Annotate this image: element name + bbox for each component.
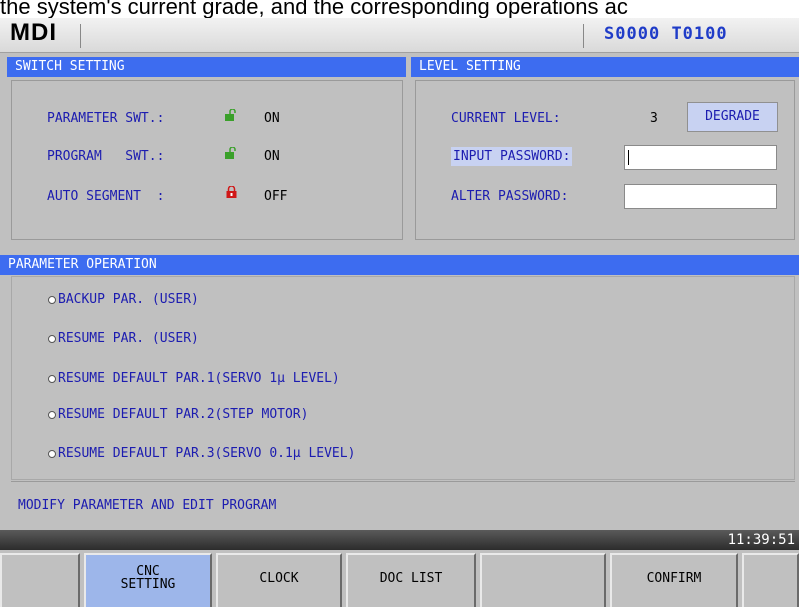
time-bar: 11:39:51 <box>0 530 799 550</box>
softkey-confirm[interactable]: CONFIRM <box>610 553 738 607</box>
caption-text: the system's current grade, and the corr… <box>0 0 799 18</box>
option-resume-default-par-1[interactable]: RESUME DEFAULT PAR.1(SERVO 1μ LEVEL) <box>48 371 340 386</box>
divider <box>583 24 584 48</box>
option-resume-default-par-3[interactable]: RESUME DEFAULT PAR.3(SERVO 0.1μ LEVEL) <box>48 446 355 461</box>
text-caret <box>628 150 629 165</box>
locked-icon[interactable] <box>226 186 237 198</box>
status-message: MODIFY PARAMETER AND EDIT PROGRAM <box>18 498 277 513</box>
radio-icon[interactable] <box>48 334 56 343</box>
softkey-1[interactable] <box>0 553 80 607</box>
program-switch-value: ON <box>264 149 280 164</box>
softkey-5[interactable] <box>480 553 606 607</box>
program-switch-label: PROGRAM SWT.: <box>47 149 165 164</box>
auto-segment-value: OFF <box>264 189 288 204</box>
auto-segment-label: AUTO SEGMENT : <box>47 189 165 204</box>
current-level-label: CURRENT LEVEL: <box>451 111 561 126</box>
softkey-bar: CNC SETTING CLOCK DOC LIST CONFIRM <box>0 550 799 607</box>
mode-indicator: MDI <box>10 19 57 46</box>
softkey-doc-list[interactable]: DOC LIST <box>346 553 476 607</box>
softkey-7[interactable] <box>742 553 799 607</box>
divider <box>80 24 81 48</box>
radio-icon[interactable] <box>48 374 56 383</box>
unlocked-icon[interactable] <box>225 109 236 121</box>
level-setting-header: LEVEL SETTING <box>411 57 799 77</box>
option-backup-par-user[interactable]: BACKUP PAR. (USER) <box>48 292 199 307</box>
radio-icon[interactable] <box>48 295 56 304</box>
divider <box>11 481 795 482</box>
option-resume-default-par-2[interactable]: RESUME DEFAULT PAR.2(STEP MOTOR) <box>48 407 308 422</box>
radio-icon[interactable] <box>48 449 56 458</box>
input-password-field[interactable] <box>624 145 777 170</box>
unlocked-icon[interactable] <box>225 147 236 159</box>
parameter-switch-value: ON <box>264 111 280 126</box>
clock-display: 11:39:51 <box>727 532 795 548</box>
parameter-operation-header: PARAMETER OPERATION <box>0 255 799 275</box>
alter-password-field[interactable] <box>624 184 777 209</box>
current-level-value: 3 <box>650 111 658 126</box>
switch-setting-header: SWITCH SETTING <box>7 57 406 77</box>
radio-icon[interactable] <box>48 410 56 419</box>
tool-number: T0100 <box>671 24 728 44</box>
degrade-button[interactable]: DEGRADE <box>687 102 778 132</box>
softkey-clock[interactable]: CLOCK <box>216 553 342 607</box>
top-status-bar: MDI S0000 T0100 <box>0 18 799 53</box>
alter-password-label: ALTER PASSWORD: <box>451 189 569 204</box>
input-password-label: INPUT PASSWORD: <box>451 147 573 166</box>
softkey-cnc-setting[interactable]: CNC SETTING <box>84 553 212 607</box>
spindle-speed: S0000 <box>604 24 661 44</box>
spindle-tool-readout: S0000 T0100 <box>604 24 728 44</box>
option-resume-par-user[interactable]: RESUME PAR. (USER) <box>48 331 199 346</box>
parameter-switch-label: PARAMETER SWT.: <box>47 111 165 126</box>
